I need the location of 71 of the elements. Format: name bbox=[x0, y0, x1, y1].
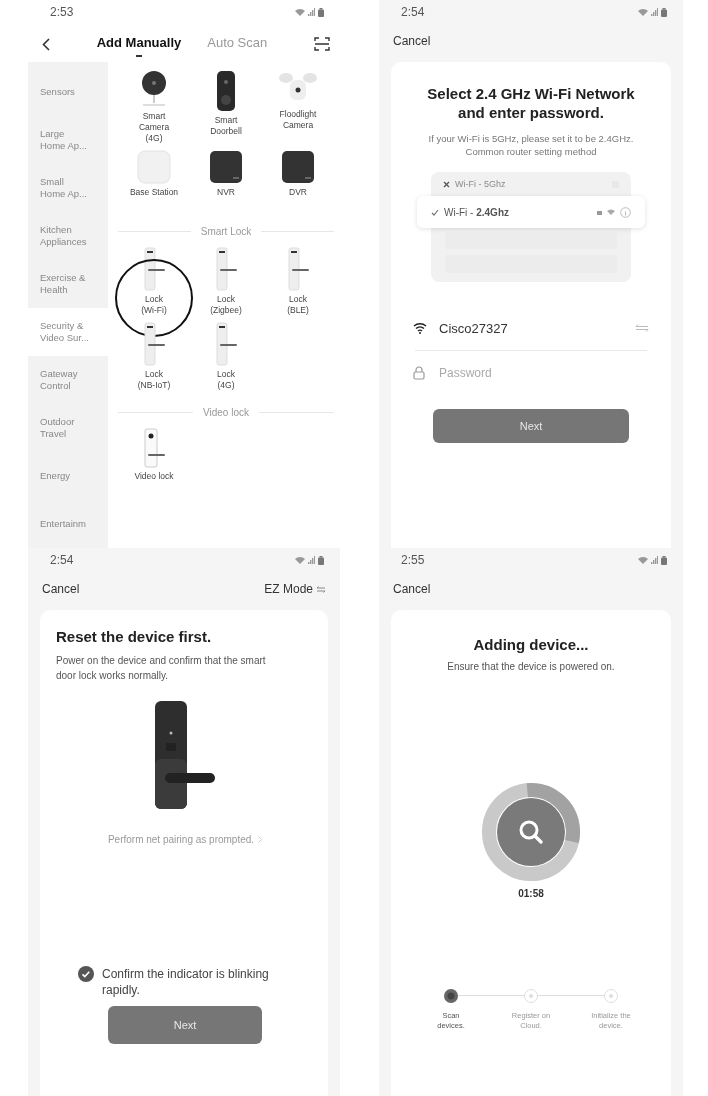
wifi-icon bbox=[413, 322, 427, 334]
device-item[interactable]: NVR bbox=[209, 150, 243, 210]
section-title: Video lock bbox=[203, 407, 249, 418]
video-lock-icon bbox=[141, 428, 167, 468]
chevron-icon bbox=[258, 836, 263, 843]
device-item[interactable]: Video lock bbox=[134, 428, 174, 488]
network-field[interactable]: Cisco27327 bbox=[405, 306, 657, 350]
door-lock-icon bbox=[141, 322, 167, 366]
battery-icon bbox=[318, 7, 324, 17]
swap-icon bbox=[316, 585, 326, 593]
device-item[interactable]: Floodlight Camera bbox=[278, 70, 318, 144]
door-lock-icon bbox=[285, 247, 311, 291]
network-row: Wi-Fi - 2.4Ghz bbox=[417, 196, 645, 228]
wifi-icon bbox=[295, 556, 305, 564]
tab[interactable]: Add Manually bbox=[96, 34, 182, 54]
wifi-icon bbox=[638, 8, 648, 16]
status-time: 2:54 bbox=[50, 553, 74, 567]
scan-icon[interactable] bbox=[314, 37, 330, 51]
battery-icon bbox=[661, 555, 667, 565]
cross-icon bbox=[443, 180, 450, 188]
mode-button[interactable]: EZ Mode bbox=[264, 582, 326, 596]
device-item[interactable]: Base Station bbox=[129, 150, 179, 210]
door-lock-icon bbox=[213, 247, 239, 291]
device-item[interactable]: Lock (Wi-Fi) bbox=[141, 247, 167, 316]
cancel-button[interactable]: Cancel bbox=[393, 582, 431, 596]
signal-icon bbox=[651, 8, 658, 16]
screen-title: Reset the device first. bbox=[56, 628, 212, 645]
check-icon bbox=[431, 208, 439, 216]
battery-icon bbox=[318, 555, 324, 565]
door-lock-icon bbox=[213, 322, 239, 366]
next-button[interactable]: Next bbox=[108, 1006, 262, 1044]
cancel-button[interactable]: Cancel bbox=[42, 582, 80, 596]
door-lock-icon bbox=[141, 247, 167, 291]
padlock-icon bbox=[413, 366, 425, 380]
section-title: Smart Lock bbox=[200, 226, 252, 237]
device-item[interactable]: Smart Doorbell bbox=[210, 70, 242, 144]
category-item[interactable]: Security & Video Sur... bbox=[28, 308, 108, 356]
back-icon[interactable] bbox=[42, 37, 50, 51]
confirm-checkbox[interactable]: Confirm the indicator is blinking rapidly. bbox=[78, 966, 292, 998]
status-time: 2:53 bbox=[50, 5, 74, 19]
wifi-icon bbox=[638, 556, 648, 564]
recorder-box-icon bbox=[281, 150, 315, 184]
countdown-timer: 01:58 bbox=[518, 888, 544, 899]
device-item[interactable]: Lock (BLE) bbox=[285, 247, 311, 316]
battery-icon bbox=[661, 7, 667, 17]
device-item[interactable]: Lock (NB-IoT) bbox=[137, 322, 171, 391]
screen-title: Adding device... bbox=[473, 636, 589, 653]
description-text: Ensure that the device is powered on. bbox=[447, 661, 615, 672]
status-time: 2:55 bbox=[401, 553, 425, 567]
screen-title: Select 2.4 GHz Wi-Fi Network and enter password. bbox=[426, 84, 636, 122]
network-row: Wi-Fi - 5Ghz bbox=[431, 172, 631, 196]
camera-icon bbox=[140, 70, 168, 108]
device-item[interactable]: Smart Camera (4G) bbox=[138, 70, 170, 144]
signal-icon bbox=[308, 556, 315, 564]
hint-text: If your Wi-Fi is 5GHz, please set it to be 2.4GHz. Common router setting method bbox=[427, 132, 635, 158]
cancel-button[interactable]: Cancel bbox=[393, 34, 431, 48]
device-item[interactable]: DVR bbox=[281, 150, 315, 210]
wifi-icon bbox=[295, 8, 305, 16]
base-station-icon bbox=[137, 150, 171, 184]
doorbell-icon bbox=[216, 70, 236, 112]
signal-icon bbox=[308, 8, 315, 16]
signal-icon bbox=[651, 556, 658, 564]
next-button[interactable]: Next bbox=[433, 409, 629, 443]
status-time: 2:54 bbox=[401, 5, 425, 19]
wifi-icon bbox=[607, 209, 615, 215]
description-text: Power on the device and confirm that the smart door lock works normally. bbox=[56, 654, 267, 683]
device-item[interactable]: Lock (4G) bbox=[213, 322, 239, 391]
device-item[interactable]: Lock (Zigbee) bbox=[210, 247, 242, 316]
password-field[interactable]: Password bbox=[437, 365, 649, 381]
recorder-box-icon bbox=[209, 150, 243, 184]
info-icon bbox=[620, 206, 631, 218]
